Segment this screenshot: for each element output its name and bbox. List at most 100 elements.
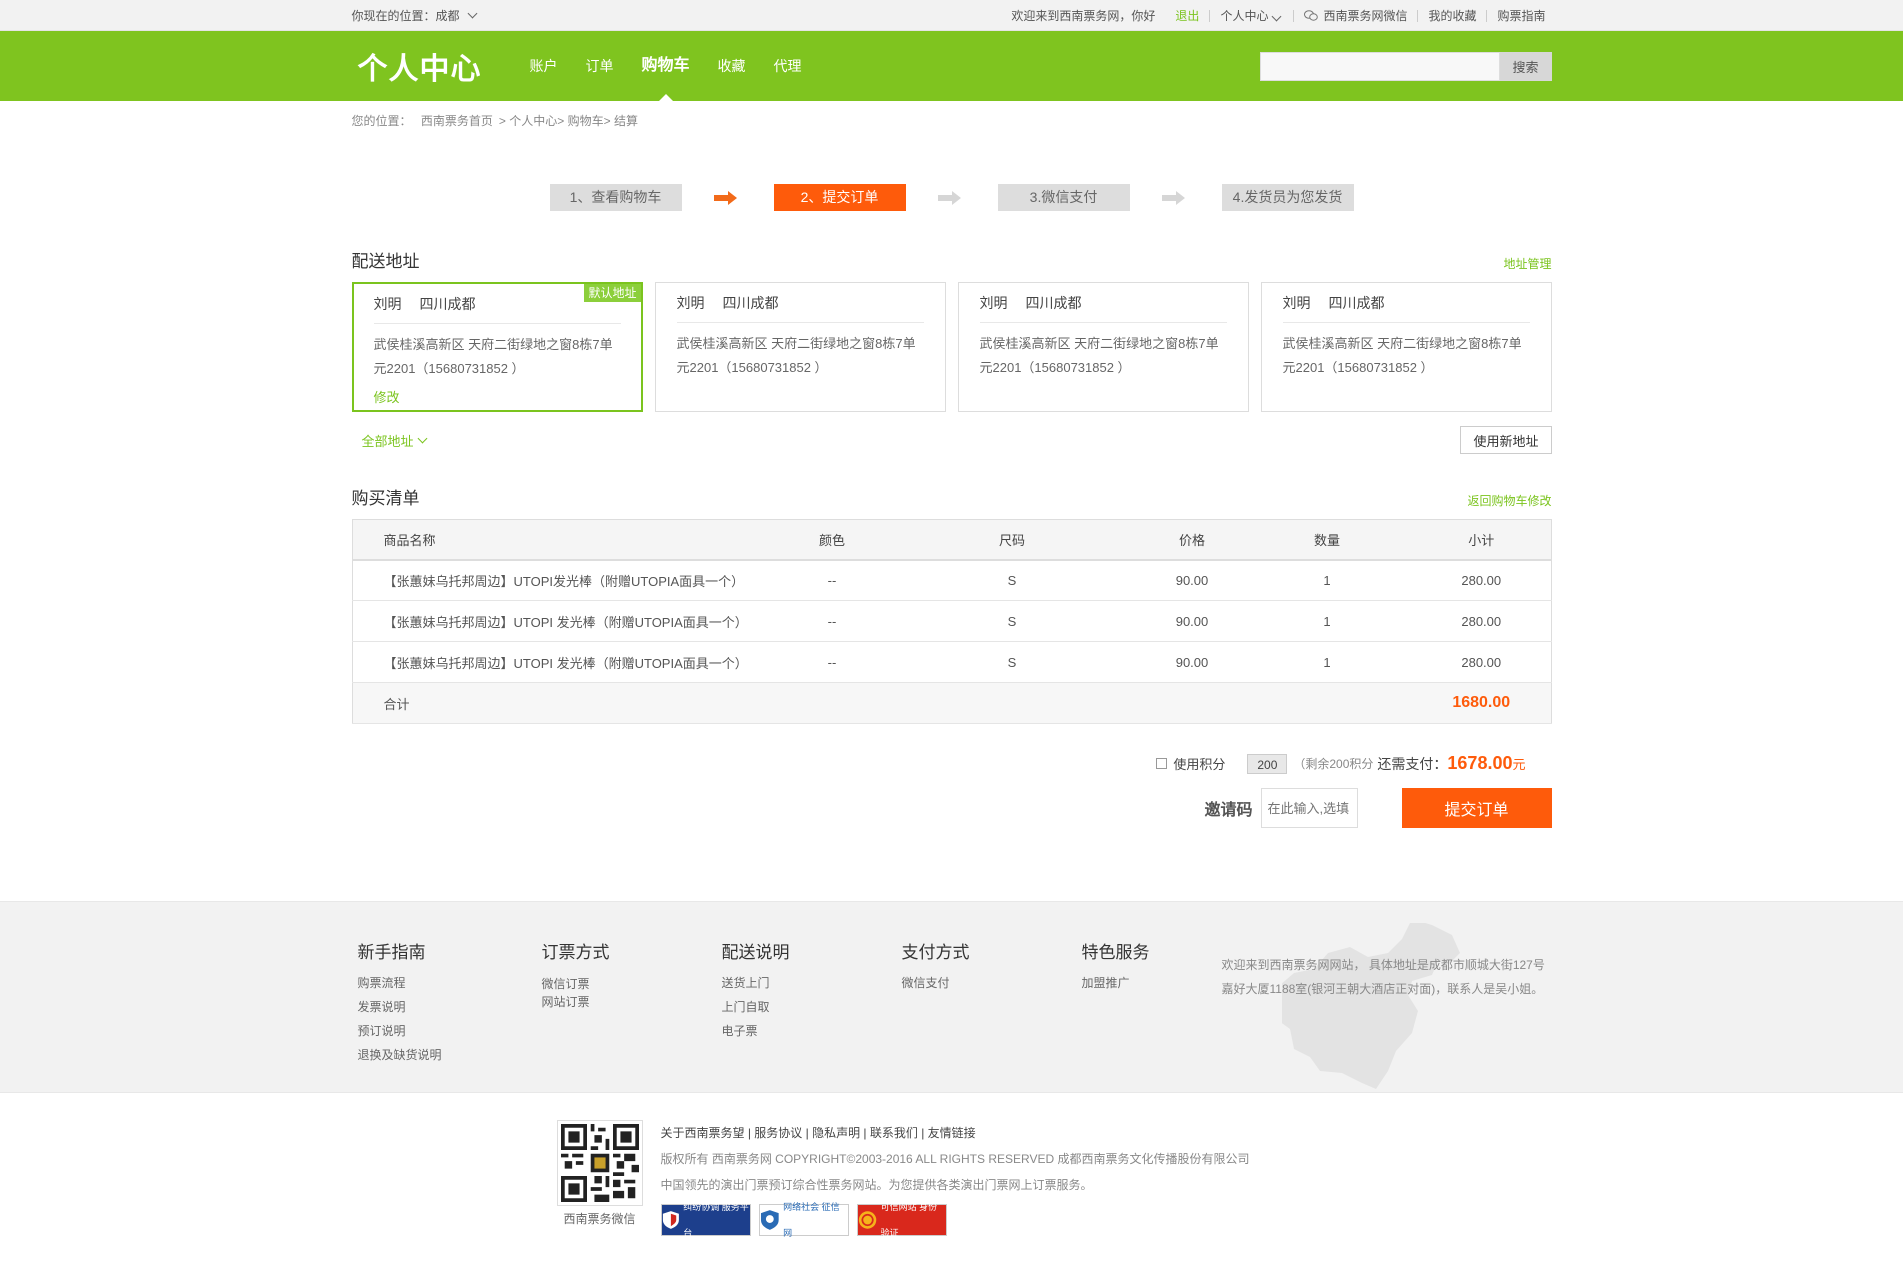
address-city: 四川成都 (1328, 295, 1385, 311)
trusted-site-badge[interactable]: 可信网站 身份验证 (856, 1202, 947, 1238)
search-button[interactable]: 搜索 (1499, 51, 1552, 81)
footer-link[interactable]: 加盟推广 (1082, 971, 1212, 995)
footer-link[interactable]: 电子票 (722, 1019, 902, 1043)
footer-link[interactable]: 送货上门 (722, 971, 902, 995)
address-title: 配送地址 (351, 252, 420, 271)
product-price: 90.00 (1142, 559, 1242, 601)
footer-column: 配送说明 送货上门 上门自取 电子票 (722, 941, 902, 1067)
breadcrumb-checkout: 结算 (613, 114, 638, 128)
credit-badge[interactable]: 网络社会 征信网 (758, 1202, 849, 1238)
total-row: 合计 1680.00 (352, 682, 1551, 724)
chevron-down-icon (1272, 11, 1282, 22)
footer-link[interactable]: 预订说明 (358, 1019, 542, 1043)
product-name[interactable]: 【张蕙妹乌托邦周边】UTOPI发光棒（附赠UTOPIA面具一个） (352, 559, 782, 601)
location-selector[interactable]: 你现在的位置：成都 (352, 7, 479, 24)
use-points-checkbox[interactable] (1156, 758, 1168, 769)
footer-link[interactable]: 购票流程 (358, 971, 542, 995)
logo[interactable]: 个人中心 (352, 44, 516, 88)
wechat-qr: 西南票务微信 (556, 1120, 643, 1236)
invite-code-input[interactable] (1260, 788, 1358, 828)
col-size: 尺码 (882, 519, 1142, 561)
footer-link[interactable]: 微信订票 (542, 975, 722, 993)
guide-link[interactable]: 购票指南 (1487, 7, 1551, 24)
product-name[interactable]: 【张蕙妹乌托邦周边】UTOPI 发光棒（附赠UTOPIA面具一个） (352, 641, 782, 683)
address-name: 刘明 (979, 295, 1008, 311)
footer-about: 欢迎来到西南票务网网站， 具体地址是成都市顺城大街127号嘉好大厦1188室(银… (1221, 923, 1552, 1089)
breadcrumb-home[interactable]: 西南票务首页 (421, 114, 493, 128)
address-card[interactable]: 默认地址 刘明 四川成都 武侯桂溪高新区 天府二街绿地之窗8栋7单元2201（15… (351, 282, 643, 412)
nav-account[interactable]: 账户 (516, 31, 572, 101)
submit-order-button[interactable]: 提交订单 (1401, 788, 1552, 828)
badge-text: 网络社会 征信网 (783, 1202, 840, 1238)
product-price: 90.00 (1142, 600, 1242, 642)
back-to-cart-link[interactable]: 返回购物车修改 (1467, 492, 1551, 509)
copyright: 版权所有 西南票务网 COPYRIGHT©2003-2016 ALL RIGHT… (660, 1152, 1250, 1166)
logout-link[interactable]: 退出 (1165, 7, 1209, 24)
breadcrumb-label: 您的位置： (351, 114, 412, 128)
breadcrumb-cart[interactable]: 购物车 (568, 114, 604, 128)
step-view-cart: 1、查看购物车 (549, 184, 682, 211)
new-address-button[interactable]: 使用新地址 (1460, 426, 1552, 454)
breadcrumb: 您的位置： 西南票务首页 > 个人中心> 购物车> 结算 (351, 114, 638, 128)
address-detail: 武侯桂溪高新区 天府二街绿地之窗8栋7单元2201（15680731852 ） (373, 337, 613, 376)
total-value: 1680.00 (1412, 682, 1551, 724)
address-card[interactable]: 刘明 四川成都 武侯桂溪高新区 天府二街绿地之窗8栋7单元2201（1568073… (654, 282, 946, 412)
address-edit-link[interactable]: 修改 (374, 387, 621, 406)
step-wechat-pay: 3.微信支付 (997, 184, 1130, 211)
points-input[interactable]: 200 (1247, 753, 1288, 774)
wechat-link[interactable]: 西南票务网微信 (1294, 7, 1417, 24)
trusted-seal-icon (858, 1211, 876, 1229)
footer-column: 支付方式 微信支付 (902, 941, 1082, 1067)
footer-link[interactable]: 退换及缺货说明 (358, 1043, 542, 1067)
search-input[interactable] (1259, 51, 1500, 81)
address-name: 刘明 (1282, 295, 1311, 311)
user-center-menu[interactable]: 个人中心 (1210, 7, 1293, 24)
product-subtotal: 280.00 (1412, 559, 1551, 601)
footer-link[interactable]: 网站订票 (542, 993, 722, 1011)
product-quantity: 1 (1242, 641, 1412, 683)
breadcrumb-user-center[interactable]: 个人中心 (509, 114, 557, 128)
address-name: 刘明 (676, 295, 705, 311)
address-name: 刘明 (373, 296, 402, 312)
currency-unit: 元 (1512, 757, 1526, 772)
invite-label: 邀请码 (1204, 802, 1253, 819)
address-card[interactable]: 刘明 四川成都 武侯桂溪高新区 天府二街绿地之窗8栋7单元2201（1568073… (1260, 282, 1552, 412)
footer-link[interactable]: 微信支付 (902, 971, 1082, 995)
arrow-right-icon (937, 190, 966, 205)
footer-link[interactable]: 上门自取 (722, 995, 902, 1019)
checkout-steps: 1、查看购物车 2、提交订单 3.微信支付 4.发货员为您发货 (352, 184, 1552, 211)
nav-agent[interactable]: 代理 (760, 31, 816, 101)
favorites-link[interactable]: 我的收藏 (1418, 7, 1486, 24)
footer-column: 订票方式 微信订票 网站订票 (542, 941, 722, 1067)
arrow-right-icon (713, 190, 742, 205)
nav-orders[interactable]: 订单 (572, 31, 628, 101)
footer-nav-links[interactable]: 关于西南票务望 | 服务协议 | 隐私声明 | 联系我们 | 友情链接 (661, 1120, 1250, 1146)
nav-cart[interactable]: 购物车 (628, 31, 704, 101)
qr-label: 西南票务微信 (563, 1212, 636, 1226)
footer-column-title: 配送说明 (721, 943, 790, 962)
chevron-down-icon (417, 433, 427, 443)
footer-about-text: 欢迎来到西南票务网网站， 具体地址是成都市顺城大街127号嘉好大厦1188室(银… (1221, 958, 1545, 996)
invite-row: 邀请码 提交订单 (352, 788, 1552, 828)
welcome-text: 欢迎来到西南票务网，你好 (1011, 9, 1156, 23)
address-detail: 武侯桂溪高新区 天府二街绿地之窗8栋7单元2201（15680731852 ） (979, 336, 1219, 375)
product-size: S (882, 600, 1142, 642)
address-card[interactable]: 刘明 四川成都 武侯桂溪高新区 天府二街绿地之窗8栋7单元2201（1568073… (957, 282, 1249, 412)
footer-link[interactable]: 发票说明 (358, 995, 542, 1019)
dispute-badge[interactable]: 纠纷协调 服务平台 (660, 1202, 751, 1238)
step-shipping: 4.发货员为您发货 (1221, 184, 1354, 211)
total-label: 合计 (352, 682, 782, 724)
address-manage-link[interactable]: 地址管理 (1503, 255, 1551, 272)
footer-column-title: 支付方式 (901, 943, 970, 962)
address-city: 四川成都 (419, 296, 476, 312)
footer-column: 特色服务 加盟推广 (1082, 941, 1212, 1067)
all-addresses-toggle[interactable]: 全部地址 (352, 431, 429, 450)
product-price: 90.00 (1142, 641, 1242, 683)
col-color: 颜色 (782, 519, 882, 561)
nav-favorites[interactable]: 收藏 (704, 31, 760, 101)
product-subtotal: 280.00 (1412, 641, 1551, 683)
product-name[interactable]: 【张蕙妹乌托邦周边】UTOPI 发光棒（附赠UTOPIA面具一个） (352, 600, 782, 642)
product-size: S (882, 641, 1142, 683)
shield-icon (662, 1211, 679, 1229)
footer-column-title: 订票方式 (541, 943, 610, 962)
